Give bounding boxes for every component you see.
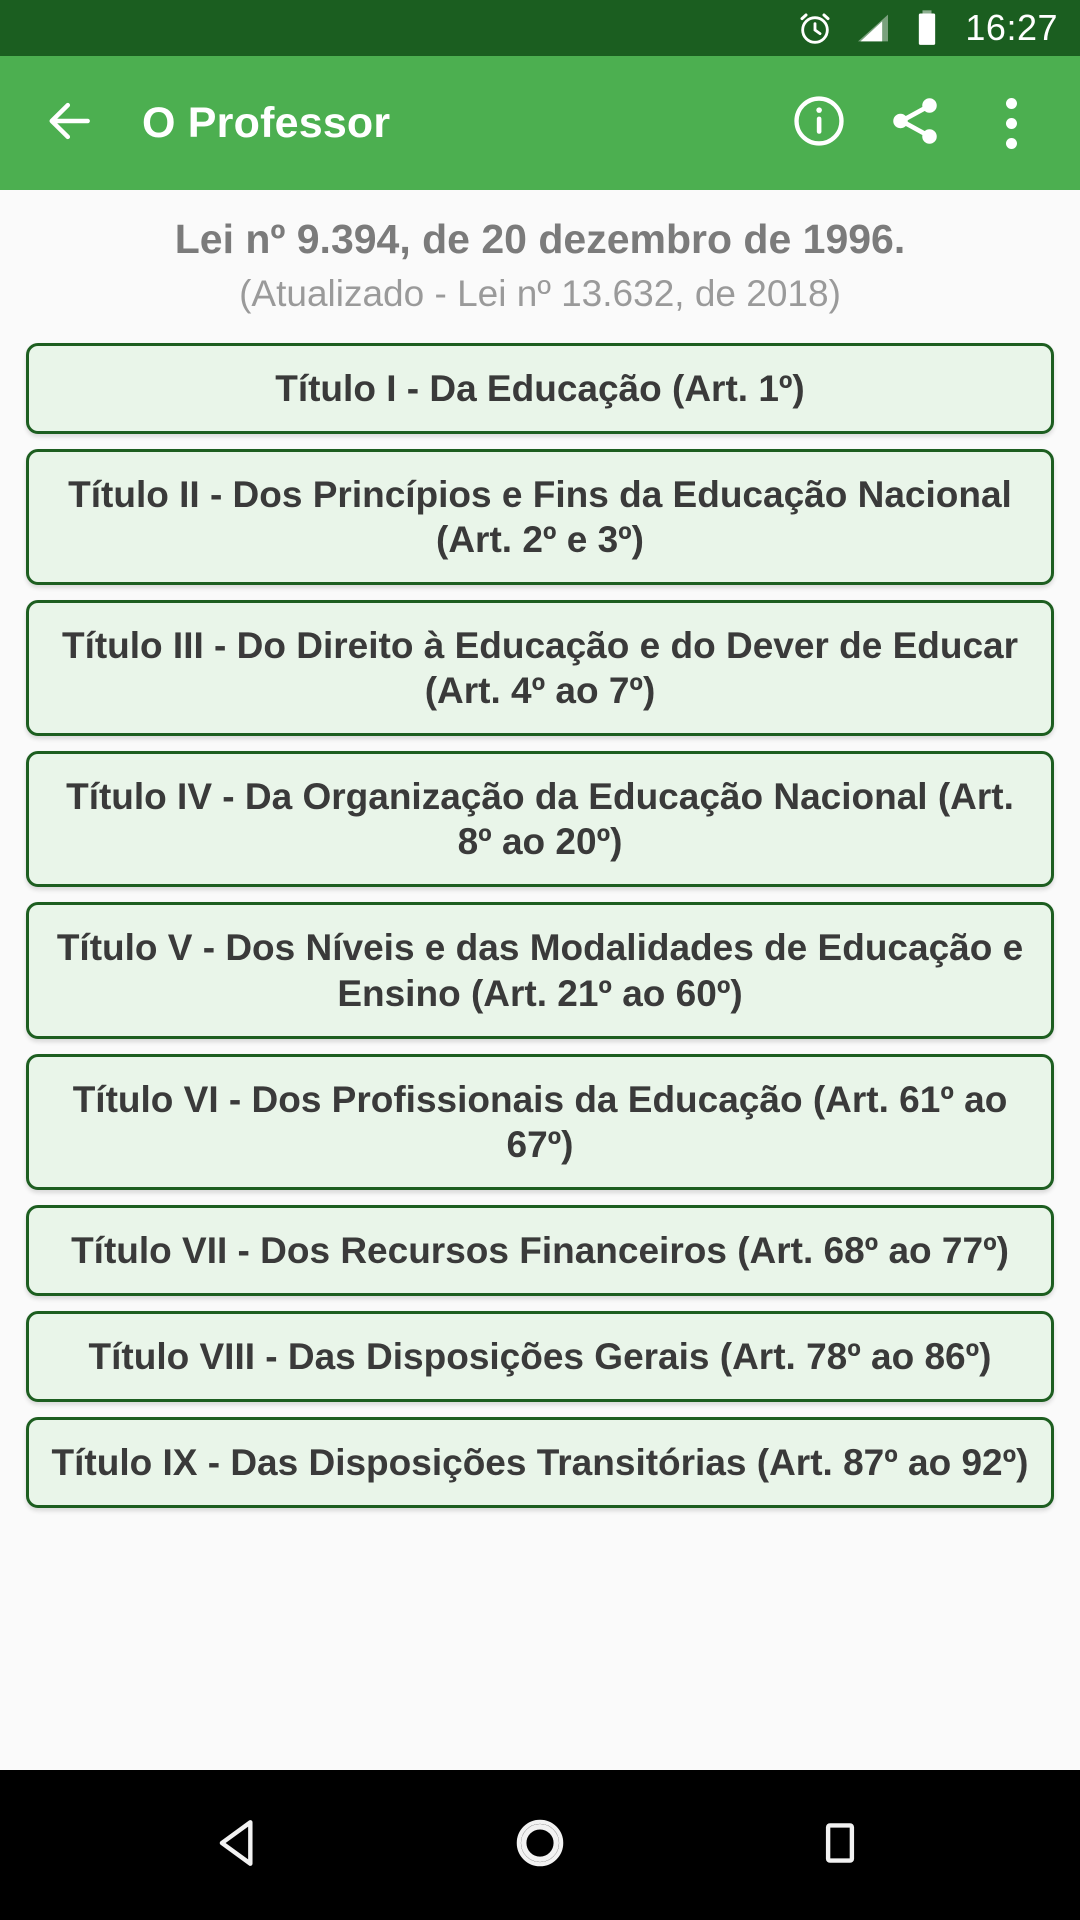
info-icon [790, 92, 848, 155]
list-item[interactable]: Título I - Da Educação (Art. 1º) [26, 342, 1054, 434]
app-bar-actions [788, 92, 1042, 154]
nav-recents-icon [809, 1812, 871, 1879]
list-item[interactable]: Título III - Do Direito à Educação e do … [26, 599, 1054, 737]
list-item[interactable]: Título IV - Da Organização da Educação N… [26, 751, 1054, 888]
list-item[interactable]: Título IX - Das Disposições Transitórias… [26, 1417, 1054, 1509]
status-bar: 16:27 [0, 0, 1080, 56]
nav-home-icon [509, 1812, 571, 1879]
content-area: Lei nº 9.394, de 20 dezembro de 1996. (A… [0, 190, 1080, 1770]
list-item[interactable]: Título V - Dos Níveis e das Modalidades … [26, 902, 1054, 1039]
law-subtitle: (Atualizado - Lei nº 13.632, de 2018) [239, 273, 841, 315]
status-bar-clock: 16:27 [965, 7, 1058, 48]
nav-recents-button[interactable] [785, 1790, 895, 1900]
page-title: O Professor [142, 98, 391, 147]
share-button[interactable] [884, 92, 946, 154]
list-item[interactable]: Título VI - Dos Profissionais da Educaçã… [26, 1053, 1054, 1190]
info-button[interactable] [788, 92, 850, 154]
list-item[interactable]: Título VII - Dos Recursos Financeiros (A… [26, 1204, 1054, 1297]
battery-full-icon [911, 8, 943, 48]
law-title: Lei nº 9.394, de 20 dezembro de 1996. [174, 216, 906, 262]
arrow-back-icon [41, 93, 97, 154]
overflow-menu-icon [1005, 97, 1017, 149]
signal-cellular-icon [853, 8, 893, 48]
back-button[interactable] [38, 92, 100, 154]
phone-screen: 16:27 O Professor Lei nº 9.394, de 20 de… [0, 0, 1080, 1920]
nav-back-button[interactable] [185, 1790, 295, 1900]
system-navigation-bar [0, 1770, 1080, 1920]
overflow-menu-button[interactable] [980, 92, 1042, 154]
nav-back-icon [209, 1812, 271, 1879]
titles-list: Título I - Da Educação (Art. 1º) Título … [0, 342, 1080, 1509]
share-icon [886, 92, 944, 155]
list-item[interactable]: Título VIII - Das Disposições Gerais (Ar… [26, 1311, 1054, 1403]
app-bar: O Professor [0, 56, 1080, 190]
alarm-clock-icon [795, 8, 835, 48]
list-item[interactable]: Título II - Dos Princípios e Fins da Edu… [26, 448, 1054, 585]
nav-home-button[interactable] [485, 1790, 595, 1900]
